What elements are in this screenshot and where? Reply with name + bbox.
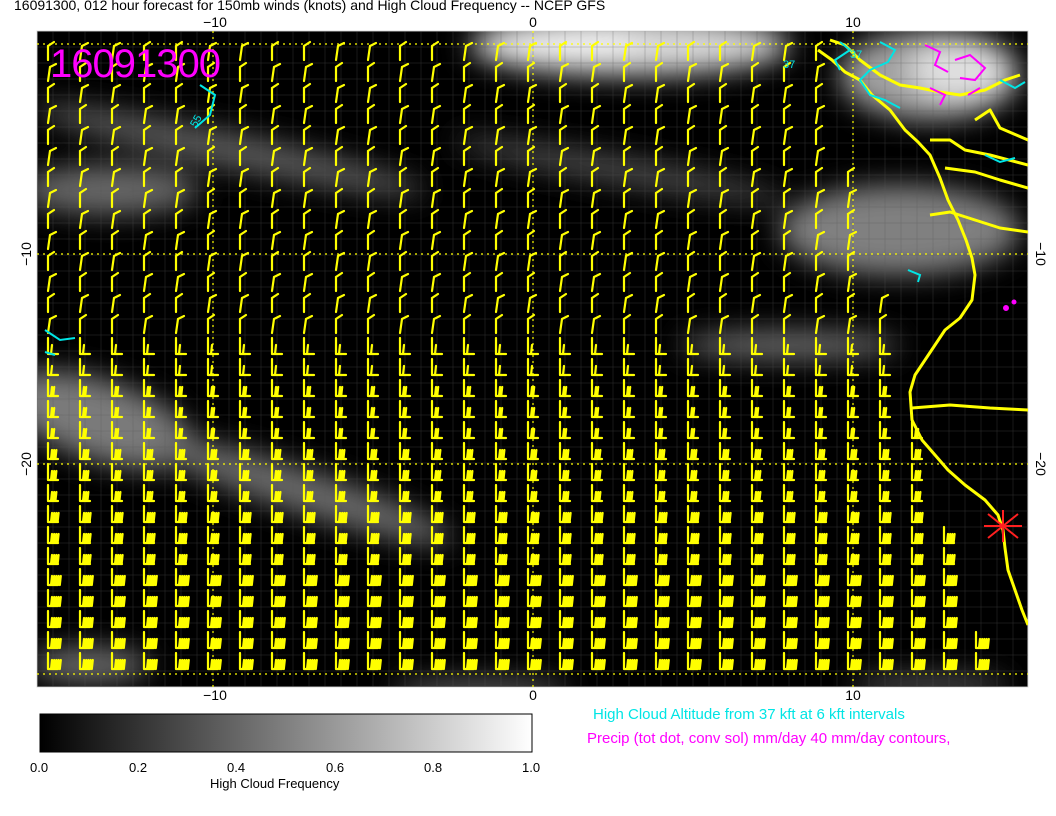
date-stamp: 16091300 xyxy=(50,42,221,86)
colorbar-tick-3: 0.6 xyxy=(326,760,345,775)
colorbar-title: High Cloud Frequency xyxy=(210,776,340,791)
cloud-altitude-legend: High Cloud Altitude from 37 kft at 6 kft… xyxy=(593,706,905,723)
top-axis-label-2: 0 xyxy=(529,14,537,30)
left-axis-label-2: −20 xyxy=(18,452,34,476)
bottom-axis-label-2: 0 xyxy=(529,687,537,703)
right-axis-label-1: −10 xyxy=(1033,242,1049,266)
precip-legend: Precip (tot dot, conv sol) mm/day 40 mm/… xyxy=(587,730,951,747)
top-axis-label-3: 10 xyxy=(845,14,861,30)
colorbar-tick-4: 0.8 xyxy=(424,760,443,775)
bottom-axis-label-1: −10 xyxy=(203,687,227,703)
colorbar-tick-1: 0.2 xyxy=(129,760,148,775)
contour-label-1: 37 xyxy=(783,59,795,71)
left-axis-label-1: −10 xyxy=(18,242,34,266)
right-axis-label-2: −20 xyxy=(1033,452,1049,476)
colorbar xyxy=(39,713,533,753)
top-axis-label-1: −10 xyxy=(203,14,227,30)
colorbar-tick-5: 1.0 xyxy=(522,760,541,775)
weather-map: 37 55 37 −10 0 10 −10 0 10 −10 −20 −10 −… xyxy=(18,14,1049,753)
bottom-axis-label-3: 10 xyxy=(845,687,861,703)
colorbar-tick-0: 0.0 xyxy=(30,760,49,775)
station-marker xyxy=(984,510,1022,542)
colorbar-tick-2: 0.4 xyxy=(227,760,246,775)
contour-label-3: 37 xyxy=(850,49,862,61)
